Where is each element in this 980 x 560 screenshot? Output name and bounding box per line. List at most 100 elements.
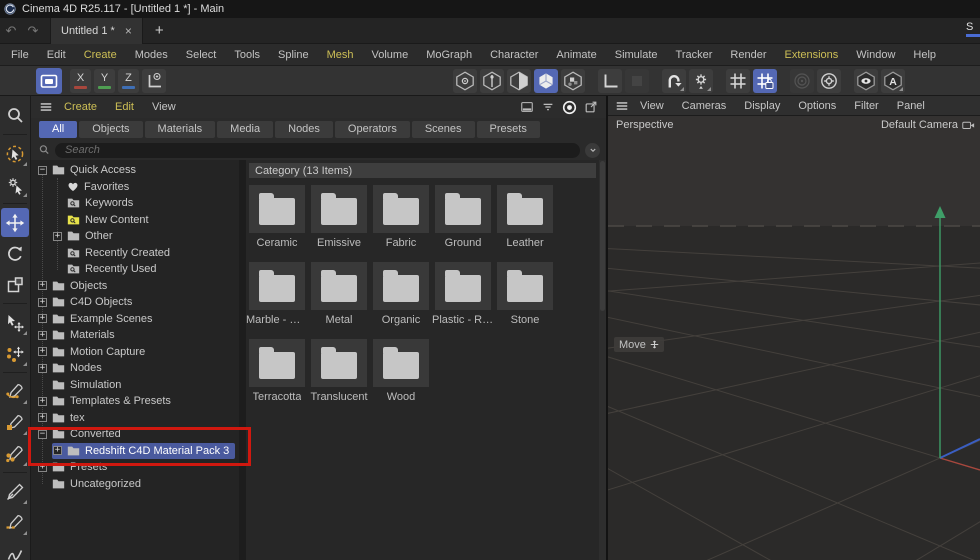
x-axis-lock-button[interactable]: X bbox=[70, 69, 91, 93]
search-input[interactable] bbox=[55, 142, 580, 158]
z-axis-lock-button[interactable]: Z bbox=[118, 69, 139, 93]
tree-item-nodes[interactable]: + Nodes bbox=[31, 360, 239, 377]
freehand-spline-tool[interactable] bbox=[1, 539, 29, 560]
menu-spline[interactable]: Spline bbox=[269, 49, 318, 61]
redo-icon[interactable]: ↷ bbox=[22, 23, 44, 39]
point-edit-tool[interactable] bbox=[1, 339, 29, 368]
expand-icon[interactable]: + bbox=[53, 446, 62, 456]
category-folder-fabric[interactable]: Fabric bbox=[373, 185, 429, 249]
tree-item-keywords[interactable]: Keywords bbox=[31, 195, 239, 212]
viewport-menu-options[interactable]: Options bbox=[789, 100, 845, 112]
camera-label-group[interactable]: Default Camera bbox=[881, 119, 976, 131]
menu-volume[interactable]: Volume bbox=[363, 49, 418, 61]
menu-character[interactable]: Character bbox=[481, 49, 547, 61]
expand-icon[interactable]: + bbox=[38, 363, 47, 373]
category-folder-plastic-ru[interactable]: Plastic - Ru... bbox=[432, 262, 494, 326]
menu-file[interactable]: File bbox=[2, 49, 38, 61]
snapping-button[interactable] bbox=[790, 69, 814, 93]
menu-simulate[interactable]: Simulate bbox=[606, 49, 667, 61]
menu-extensions[interactable]: Extensions bbox=[775, 49, 847, 61]
tab-nodes[interactable]: Nodes bbox=[275, 120, 333, 138]
tree-item-example-scenes[interactable]: + Example Scenes bbox=[31, 311, 239, 328]
category-folder-ceramic[interactable]: Ceramic bbox=[249, 185, 305, 249]
new-tab-button[interactable]: + bbox=[155, 22, 164, 39]
tree-item-presets[interactable]: + Presets bbox=[31, 459, 239, 476]
category-folder-organic[interactable]: Organic bbox=[373, 262, 429, 326]
enable-axis-button[interactable] bbox=[598, 69, 622, 93]
menu-tracker[interactable]: Tracker bbox=[667, 49, 722, 61]
lock-workplane-button[interactable] bbox=[753, 69, 777, 93]
collapse-icon[interactable]: − bbox=[38, 429, 47, 439]
tree-item-new-content[interactable]: New Content bbox=[31, 212, 239, 229]
expand-icon[interactable]: + bbox=[38, 396, 47, 406]
expand-icon[interactable]: + bbox=[38, 462, 47, 472]
tree-item-quick-access[interactable]: − Quick Access bbox=[31, 162, 239, 179]
asset-menu-edit[interactable]: Edit bbox=[106, 101, 143, 113]
menu-animate[interactable]: Animate bbox=[547, 49, 605, 61]
category-folder-wood[interactable]: Wood bbox=[373, 339, 429, 403]
menu-create[interactable]: Create bbox=[75, 49, 126, 61]
spline-dots-pen-tool[interactable] bbox=[1, 439, 29, 468]
tree-item-favorites[interactable]: Favorites bbox=[31, 179, 239, 196]
viewport-menu-filter[interactable]: Filter bbox=[845, 100, 887, 112]
view-undo-button[interactable] bbox=[662, 69, 686, 93]
category-folder-stone[interactable]: Stone bbox=[497, 262, 553, 326]
menu-window[interactable]: Window bbox=[847, 49, 904, 61]
asset-menu-create[interactable]: Create bbox=[55, 101, 106, 113]
category-folder-leather[interactable]: Leather bbox=[497, 185, 553, 249]
rotate-tool[interactable] bbox=[1, 239, 29, 268]
category-folder-ground[interactable]: Ground bbox=[435, 185, 491, 249]
edge-mode-button[interactable] bbox=[480, 69, 504, 93]
undo-icon[interactable]: ↶ bbox=[0, 23, 22, 39]
tab-operators[interactable]: Operators bbox=[334, 120, 410, 138]
points-mode-button[interactable] bbox=[453, 69, 477, 93]
viewport-hamburger-icon[interactable] bbox=[615, 99, 629, 113]
viewport-menu-display[interactable]: Display bbox=[735, 100, 789, 112]
viewport-menu-panel[interactable]: Panel bbox=[888, 100, 934, 112]
menu-select[interactable]: Select bbox=[177, 49, 226, 61]
tree-item-redshift-c4d-material-pack-3[interactable]: + Redshift C4D Material Pack 3 bbox=[31, 442, 239, 460]
dock-panel-icon[interactable] bbox=[520, 100, 534, 114]
axis-settings-button[interactable] bbox=[689, 69, 713, 93]
selection-move-tool[interactable] bbox=[1, 308, 29, 337]
spline-square-pen-tool[interactable] bbox=[1, 408, 29, 437]
tab-materials[interactable]: Materials bbox=[144, 120, 216, 138]
hamburger-menu-icon[interactable] bbox=[39, 100, 53, 114]
polygon-mode-button[interactable] bbox=[507, 69, 531, 93]
scale-tool[interactable] bbox=[1, 270, 29, 299]
tab-all[interactable]: All bbox=[39, 120, 78, 138]
layout-switcher-fragment[interactable]: S bbox=[966, 21, 980, 37]
collapse-icon[interactable]: − bbox=[38, 165, 47, 175]
move-tool[interactable] bbox=[1, 208, 29, 237]
menu-render[interactable]: Render bbox=[721, 49, 775, 61]
menu-mesh[interactable]: Mesh bbox=[318, 49, 363, 61]
tab-presets[interactable]: Presets bbox=[476, 120, 540, 138]
tree-grid-divider[interactable] bbox=[239, 160, 246, 560]
live-selection-tool[interactable] bbox=[1, 139, 29, 168]
tree-item-materials[interactable]: + Materials bbox=[31, 327, 239, 344]
tree-item-converted[interactable]: − Converted bbox=[31, 426, 239, 443]
grid-scrollbar[interactable] bbox=[599, 160, 606, 560]
spline-arc-pen-tool[interactable] bbox=[1, 377, 29, 406]
texture-mode-button[interactable] bbox=[561, 69, 585, 93]
spline-line-pen-tool[interactable] bbox=[1, 477, 29, 506]
tree-item-motion-capture[interactable]: + Motion Capture bbox=[31, 344, 239, 361]
expand-icon[interactable]: + bbox=[53, 231, 62, 241]
expand-icon[interactable]: + bbox=[38, 281, 47, 291]
close-tab-icon[interactable]: × bbox=[125, 24, 132, 38]
snap-settings-button[interactable] bbox=[817, 69, 841, 93]
viewport-menu-view[interactable]: View bbox=[631, 100, 673, 112]
tab-media[interactable]: Media bbox=[217, 120, 274, 138]
menu-modes[interactable]: Modes bbox=[126, 49, 177, 61]
tree-item-c4d-objects[interactable]: + C4D Objects bbox=[31, 294, 239, 311]
viewport-canvas[interactable]: Perspective Default Camera Move bbox=[608, 116, 980, 560]
viewport-filter-button[interactable] bbox=[854, 69, 878, 93]
tab-scenes[interactable]: Scenes bbox=[411, 120, 475, 138]
spline-dash-pen-tool[interactable] bbox=[1, 508, 29, 537]
menu-help[interactable]: Help bbox=[904, 49, 945, 61]
y-axis-lock-button[interactable]: Y bbox=[94, 69, 115, 93]
find-tool[interactable] bbox=[1, 101, 29, 130]
menu-mograph[interactable]: MoGraph bbox=[417, 49, 481, 61]
expand-icon[interactable]: + bbox=[38, 347, 47, 357]
document-tab[interactable]: Untitled 1 * × bbox=[50, 17, 143, 44]
